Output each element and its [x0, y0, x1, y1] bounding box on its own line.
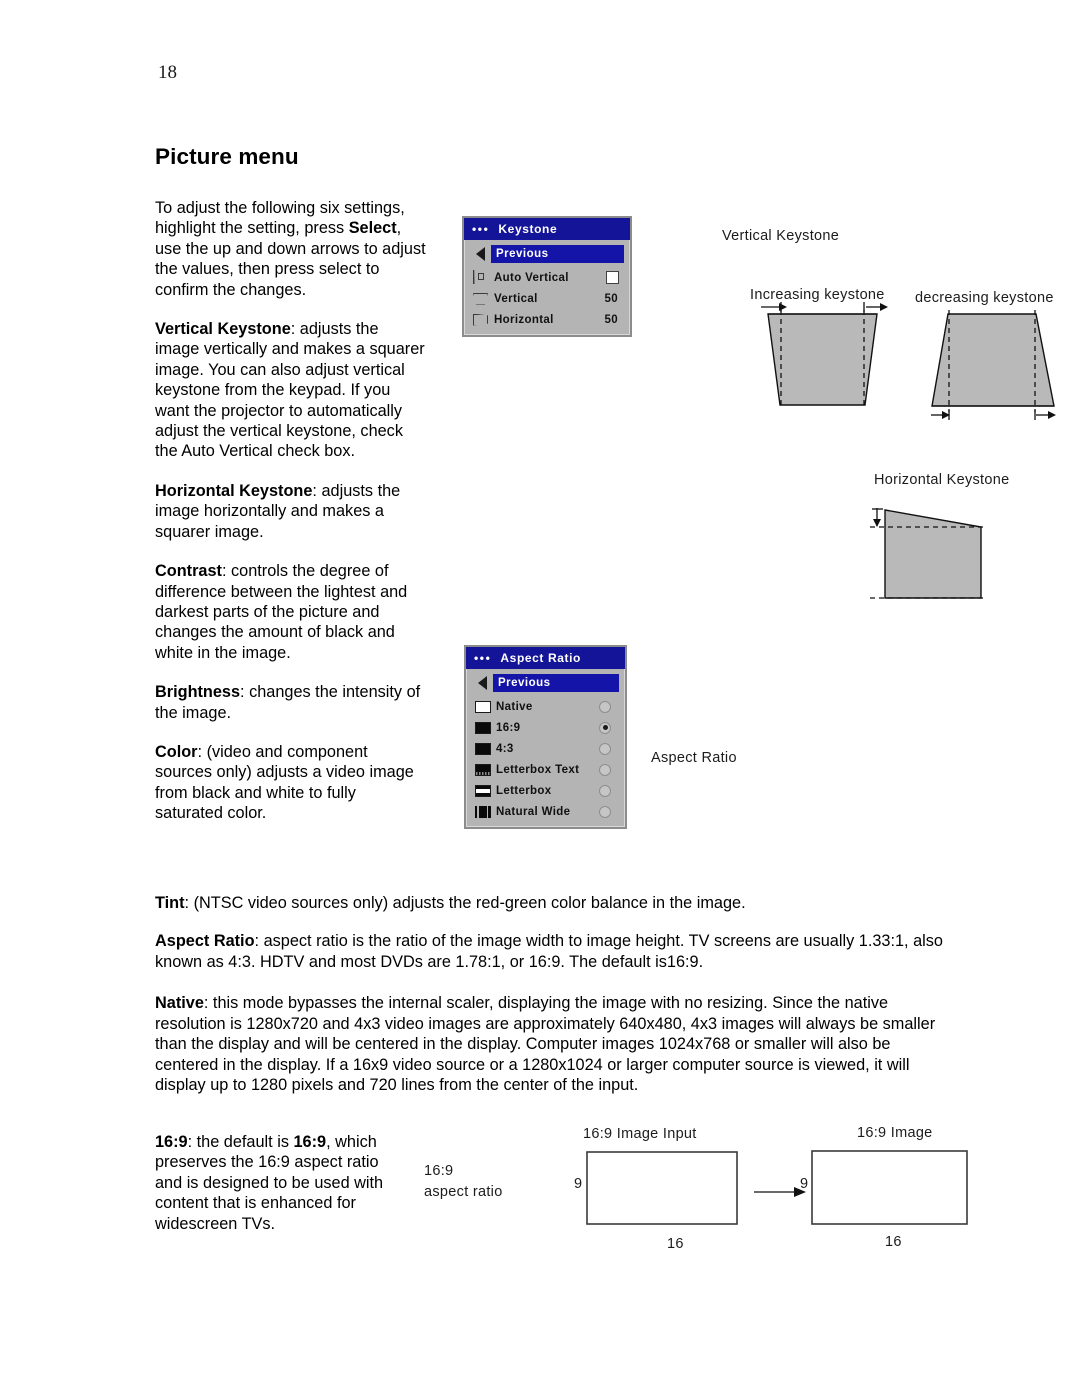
four-three-aspect-icon — [472, 742, 493, 755]
manual-page: 18 Picture menu To adjust the following … — [0, 0, 1080, 1397]
horizontal-keystone-icon — [470, 313, 491, 326]
figure-input-height-label: 9 — [574, 1176, 583, 1192]
keystone-previous-label: Previous — [491, 245, 624, 263]
figure-caption-output: 16:9 Image — [857, 1125, 933, 1141]
page-title: Picture menu — [155, 144, 299, 169]
paragraph-aspect-ratio: Aspect Ratio: aspect ratio is the ratio … — [155, 931, 950, 972]
body-aspect-ratio: : aspect ratio is the ratio of the image… — [155, 932, 943, 971]
aspect-16-9-label: 16:9 — [496, 721, 521, 734]
figure-output-width-label: 16 — [885, 1234, 902, 1250]
aspect-row-native[interactable]: Native — [472, 696, 619, 717]
term-color: Color — [155, 742, 198, 761]
auto-vertical-checkbox[interactable] — [606, 271, 619, 284]
aspect-native-label: Native — [496, 700, 533, 713]
letterbox-text-aspect-icon — [472, 763, 493, 776]
term-aspect-ratio: Aspect Ratio — [155, 932, 255, 950]
aspect-menu-body: Previous Native 16:9 4:3 Letterbox Text — [466, 669, 625, 827]
body-native: : this mode bypasses the internal scaler… — [155, 994, 936, 1095]
aspect-previous-item[interactable]: Previous — [472, 673, 619, 693]
term-sixteen-nine-1: 16:9 — [155, 1133, 188, 1151]
natural-wide-aspect-icon — [472, 805, 493, 818]
aspect-16-9-radio[interactable] — [599, 721, 611, 734]
select-keyword: Select — [348, 219, 397, 238]
aspect-4-3-label: 4:3 — [496, 742, 514, 755]
aspect-letterbox-text-label: Letterbox Text — [496, 763, 580, 776]
aspect-row-4-3[interactable]: 4:3 — [472, 738, 619, 759]
keystone-menu-titlebar: ••• Keystone — [464, 218, 630, 240]
paragraph-intro: To adjust the following six settings, hi… — [155, 198, 427, 300]
aspect-4-3-radio[interactable] — [599, 742, 611, 755]
left-arrow-icon — [470, 247, 491, 261]
paragraph-sixteen-nine: 16:9: the default is 16:9, which preserv… — [155, 1132, 395, 1234]
figure-label-horizontal-keystone: Horizontal Keystone — [874, 472, 1010, 488]
paragraph-horizontal-keystone: Horizontal Keystone: adjusts the image h… — [155, 481, 427, 542]
keystone-menu-title: Keystone — [498, 222, 558, 236]
body-vertical-keystone: : adjusts the image vertically and makes… — [155, 320, 425, 461]
keystone-previous-item[interactable]: Previous — [470, 244, 624, 264]
figure-label-ratio-line1: 16:9 — [424, 1163, 454, 1179]
aspect-native-radio[interactable] — [599, 700, 611, 713]
figure-label-vertical-keystone: Vertical Keystone — [722, 228, 840, 244]
input-image-rectangle — [586, 1151, 738, 1225]
paragraph-native: Native: this mode bypasses the internal … — [155, 993, 955, 1096]
keystone-menu-body: Previous Auto Vertical Vertical 50 Horiz… — [464, 240, 630, 335]
page-number: 18 — [158, 62, 177, 83]
aspect-menu-titlebar: ••• Aspect Ratio — [466, 647, 625, 669]
left-text-column: To adjust the following six settings, hi… — [155, 198, 427, 824]
term-sixteen-nine-2: 16:9 — [293, 1133, 327, 1151]
aspect-row-letterbox[interactable]: Letterbox — [472, 780, 619, 801]
body-tint: : (NTSC video sources only) adjusts the … — [184, 894, 746, 912]
aspect-row-natural-wide[interactable]: Natural Wide — [472, 801, 619, 822]
paragraph-tint: Tint: (NTSC video sources only) adjusts … — [155, 893, 945, 914]
term-tint: Tint — [155, 894, 185, 912]
horizontal-keystone-diagram — [870, 508, 986, 599]
aspect-letterbox-text-radio[interactable] — [599, 763, 611, 776]
aspect-letterbox-radio[interactable] — [599, 784, 611, 797]
aspect-previous-label: Previous — [493, 674, 619, 692]
figure-label-ratio-line2: aspect ratio — [424, 1184, 503, 1200]
vertical-keystone-icon — [470, 292, 491, 305]
paragraph-color: Color: (video and component sources only… — [155, 742, 427, 824]
keystone-vertical-label: Vertical — [494, 292, 538, 305]
decreasing-keystone-diagram — [931, 310, 1056, 420]
keystone-horizontal-label: Horizontal — [494, 313, 554, 326]
paragraph-brightness: Brightness: changes the intensity of the… — [155, 682, 427, 723]
keystone-osd-menu[interactable]: ••• Keystone Previous Auto Vertical Vert… — [462, 216, 632, 337]
letterbox-aspect-icon — [472, 784, 493, 797]
aspect-natural-wide-radio[interactable] — [599, 805, 611, 818]
keystone-row-horizontal[interactable]: Horizontal 50 — [470, 309, 624, 330]
output-image-rectangle — [811, 1150, 968, 1225]
term-vertical-keystone: Vertical Keystone — [155, 320, 291, 339]
figure-caption-input: 16:9 Image Input — [583, 1126, 697, 1142]
aspect-row-16-9[interactable]: 16:9 — [472, 717, 619, 738]
keystone-horizontal-value[interactable]: 50 — [605, 314, 625, 326]
left-arrow-icon — [472, 676, 493, 690]
keystone-auto-vertical-label: Auto Vertical — [494, 271, 569, 284]
term-brightness: Brightness — [155, 683, 241, 702]
figure-caption-aspect-ratio: Aspect Ratio — [651, 750, 737, 766]
figure-input-width-label: 16 — [667, 1236, 684, 1252]
term-horizontal-keystone: Horizontal Keystone — [155, 481, 313, 500]
term-native: Native — [155, 994, 204, 1012]
flow-arrow-icon — [754, 1187, 806, 1197]
native-aspect-icon — [472, 700, 493, 713]
body-sixteen-nine-mid: : the default is — [187, 1133, 294, 1151]
term-contrast: Contrast — [155, 562, 222, 581]
increasing-keystone-diagram — [761, 302, 888, 408]
paragraph-contrast: Contrast: controls the degree of differe… — [155, 561, 427, 663]
keystone-vertical-value[interactable]: 50 — [605, 293, 625, 305]
paragraph-vertical-keystone: Vertical Keystone: adjusts the image ver… — [155, 319, 427, 462]
keystone-row-vertical[interactable]: Vertical 50 — [470, 288, 624, 309]
sixteen-nine-aspect-icon — [472, 721, 493, 734]
auto-vertical-keystone-icon — [470, 270, 491, 284]
aspect-row-letterbox-text[interactable]: Letterbox Text — [472, 759, 619, 780]
keystone-row-auto-vertical[interactable]: Auto Vertical — [470, 267, 624, 288]
aspect-natural-wide-label: Natural Wide — [496, 805, 571, 818]
aspect-menu-title: Aspect Ratio — [500, 651, 581, 665]
aspect-letterbox-label: Letterbox — [496, 784, 552, 797]
aspect-ratio-osd-menu[interactable]: ••• Aspect Ratio Previous Native 16:9 4:… — [464, 645, 627, 829]
